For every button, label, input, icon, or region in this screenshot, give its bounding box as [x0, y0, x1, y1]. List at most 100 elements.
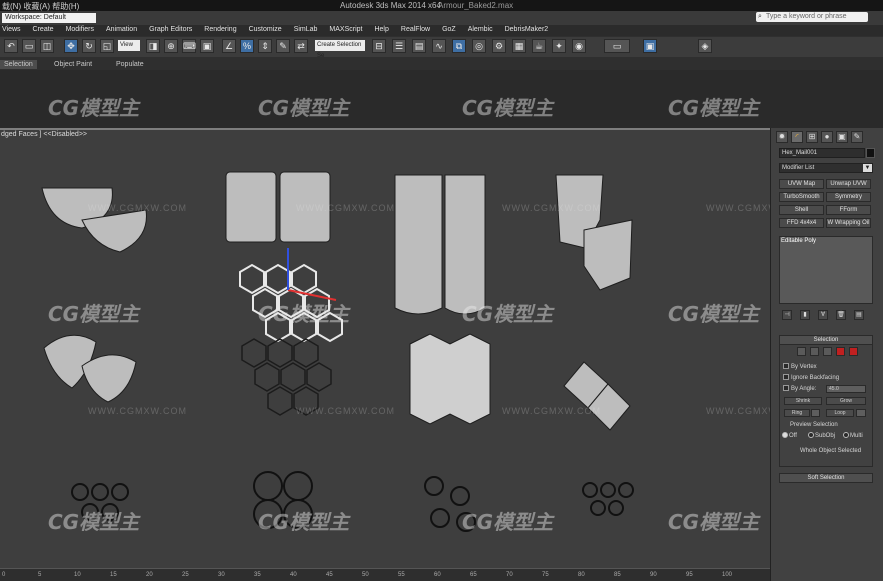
help-icon[interactable]: ◈: [698, 39, 712, 53]
make-unique-icon[interactable]: ∀: [818, 310, 828, 320]
keyboard-shortcut-icon[interactable]: ⌨: [182, 39, 196, 53]
select-manipulate-icon[interactable]: ⊕: [164, 39, 178, 53]
menu-create[interactable]: Create: [33, 26, 54, 36]
render-icon[interactable]: ☕: [532, 39, 546, 53]
shrink-button[interactable]: Shrink: [784, 397, 822, 405]
menu-realflow[interactable]: RealFlow: [401, 26, 430, 36]
percent-snap-icon[interactable]: %: [240, 39, 254, 53]
menu-animation[interactable]: Animation: [106, 26, 137, 36]
graphite-tools-icon[interactable]: ▤: [412, 39, 426, 53]
watermark-logo: CG模型主: [668, 96, 760, 120]
turbosmooth-button[interactable]: TurboSmooth: [779, 192, 824, 202]
uv-layout-canvas[interactable]: [0, 130, 770, 568]
modifier-list-dropdown[interactable]: Modifier List ▼: [779, 163, 873, 173]
uvw-map-button[interactable]: UVW Map: [779, 179, 824, 189]
named-selection-dropdown[interactable]: Create Selection Se: [315, 40, 365, 59]
ffd-button[interactable]: FFD 4x4x4: [779, 218, 824, 228]
menu-graph-editors[interactable]: Graph Editors: [149, 26, 192, 36]
snap-icon[interactable]: ▣: [200, 39, 214, 53]
object-name-field[interactable]: Hex_Mail001: [779, 148, 865, 158]
create-tab-icon[interactable]: ✹: [776, 131, 788, 143]
configure-sets-icon[interactable]: ▤: [854, 310, 864, 320]
angle-spinner[interactable]: 45.0: [826, 385, 866, 393]
preview-subobj-radio[interactable]: SubObj: [808, 432, 835, 439]
layer-manager-icon[interactable]: ☰: [392, 39, 406, 53]
render-setup-icon[interactable]: ⚙: [492, 39, 506, 53]
ring-button[interactable]: Ring: [784, 409, 810, 417]
preview-off-radio[interactable]: Off: [782, 432, 797, 439]
modify-tab-icon[interactable]: ◜: [791, 131, 803, 143]
menu-help[interactable]: Help: [374, 26, 388, 36]
select-region-icon[interactable]: ◫: [40, 39, 54, 53]
watermark-logo: CG模型主: [258, 302, 350, 326]
polygon-level-icon[interactable]: [835, 347, 845, 356]
pin-stack-icon[interactable]: ⊣: [782, 310, 792, 320]
modifier-stack[interactable]: [779, 236, 873, 304]
by-angle-checkbox[interactable]: By Angle:: [783, 385, 816, 392]
menu-simlab[interactable]: SimLab: [294, 26, 318, 36]
display-tab-icon[interactable]: ▣: [836, 131, 848, 143]
menu-goz[interactable]: GoZ: [442, 26, 456, 36]
soft-selection-rollout-header[interactable]: Soft Selection: [779, 473, 873, 483]
reference-coordinate-dropdown[interactable]: View: [118, 40, 140, 51]
pivot-icon[interactable]: ◨: [146, 39, 160, 53]
select-scale-icon[interactable]: ◱: [100, 39, 114, 53]
preview-multi-radio[interactable]: Multi: [843, 432, 863, 439]
align-icon[interactable]: ⊟: [372, 39, 386, 53]
tab-selection[interactable]: Selection: [0, 60, 37, 69]
vertex-level-icon[interactable]: [796, 347, 806, 356]
unwrap-uvw-button[interactable]: Unwrap UVW: [826, 179, 871, 189]
render-iterative-icon[interactable]: ✦: [552, 39, 566, 53]
border-level-icon[interactable]: [822, 347, 832, 356]
select-object-icon[interactable]: ▭: [22, 39, 36, 53]
remove-modifier-icon[interactable]: 🗑: [836, 310, 846, 320]
rendered-frame-icon[interactable]: ▦: [512, 39, 526, 53]
material-editor-icon[interactable]: ◎: [472, 39, 486, 53]
render-active-icon[interactable]: ◉: [572, 39, 586, 53]
ignore-backfacing-checkbox[interactable]: Ignore Backfacing: [783, 374, 839, 381]
edit-named-selection-icon[interactable]: ✎: [276, 39, 290, 53]
mirror-icon[interactable]: ⇄: [294, 39, 308, 53]
schematic-view-icon[interactable]: ⧉: [452, 39, 466, 53]
watermark-url: WWW.CGMXW.COM: [296, 406, 395, 416]
element-level-icon[interactable]: [848, 347, 858, 356]
search-input[interactable]: ⌕ Type a keyword or phrase: [756, 12, 868, 22]
grow-button[interactable]: Grow: [826, 397, 866, 405]
workspace-dropdown[interactable]: Workspace: Default: [2, 13, 96, 23]
curve-editor-icon[interactable]: ∿: [432, 39, 446, 53]
select-rotate-icon[interactable]: ↻: [82, 39, 96, 53]
save-icon[interactable]: ▣: [643, 39, 657, 53]
object-color-swatch[interactable]: [866, 148, 875, 158]
menu-alembic[interactable]: Alembic: [468, 26, 493, 36]
motion-tab-icon[interactable]: ●: [821, 131, 833, 143]
stack-item-editable-poly[interactable]: Editable Poly: [781, 238, 816, 244]
tab-populate[interactable]: Populate: [116, 60, 144, 69]
angle-snap-icon[interactable]: ∠: [222, 39, 236, 53]
loop-spinner[interactable]: [856, 409, 866, 417]
loop-button[interactable]: Loop: [826, 409, 854, 417]
uv-ring-link: [430, 508, 450, 528]
menu-modifiers[interactable]: Modifiers: [66, 26, 94, 36]
vray-frame-buffer-icon[interactable]: ▭: [604, 39, 630, 53]
ring-spinner[interactable]: [811, 409, 820, 417]
fform-button[interactable]: FForm: [826, 205, 871, 215]
undo-icon[interactable]: ↶: [4, 39, 18, 53]
utilities-tab-icon[interactable]: ✎: [851, 131, 863, 143]
edge-level-icon[interactable]: [809, 347, 819, 356]
hierarchy-tab-icon[interactable]: ⊞: [806, 131, 818, 143]
menu-rendering[interactable]: Rendering: [204, 26, 236, 36]
menu-debrismaker2[interactable]: DebrisMaker2: [505, 26, 549, 36]
wrapping-button[interactable]: W Wrapping Oil: [826, 218, 871, 228]
menu-maxscript[interactable]: MAXScript: [329, 26, 362, 36]
timeline-tick: 85: [614, 572, 621, 578]
menu-customize[interactable]: Customize: [249, 26, 282, 36]
spinner-snap-icon[interactable]: ⇕: [258, 39, 272, 53]
tab-object-paint[interactable]: Object Paint: [54, 60, 92, 69]
menu-views[interactable]: Views: [2, 26, 21, 36]
select-move-icon[interactable]: ✥: [64, 39, 78, 53]
command-panel-tabs: ✹ ◜ ⊞ ● ▣ ✎: [776, 131, 876, 143]
by-vertex-checkbox[interactable]: By Vertex: [783, 363, 817, 370]
symmetry-button[interactable]: Symmetry: [826, 192, 871, 202]
show-end-result-icon[interactable]: ▮: [800, 310, 810, 320]
shell-button[interactable]: Shell: [779, 205, 824, 215]
